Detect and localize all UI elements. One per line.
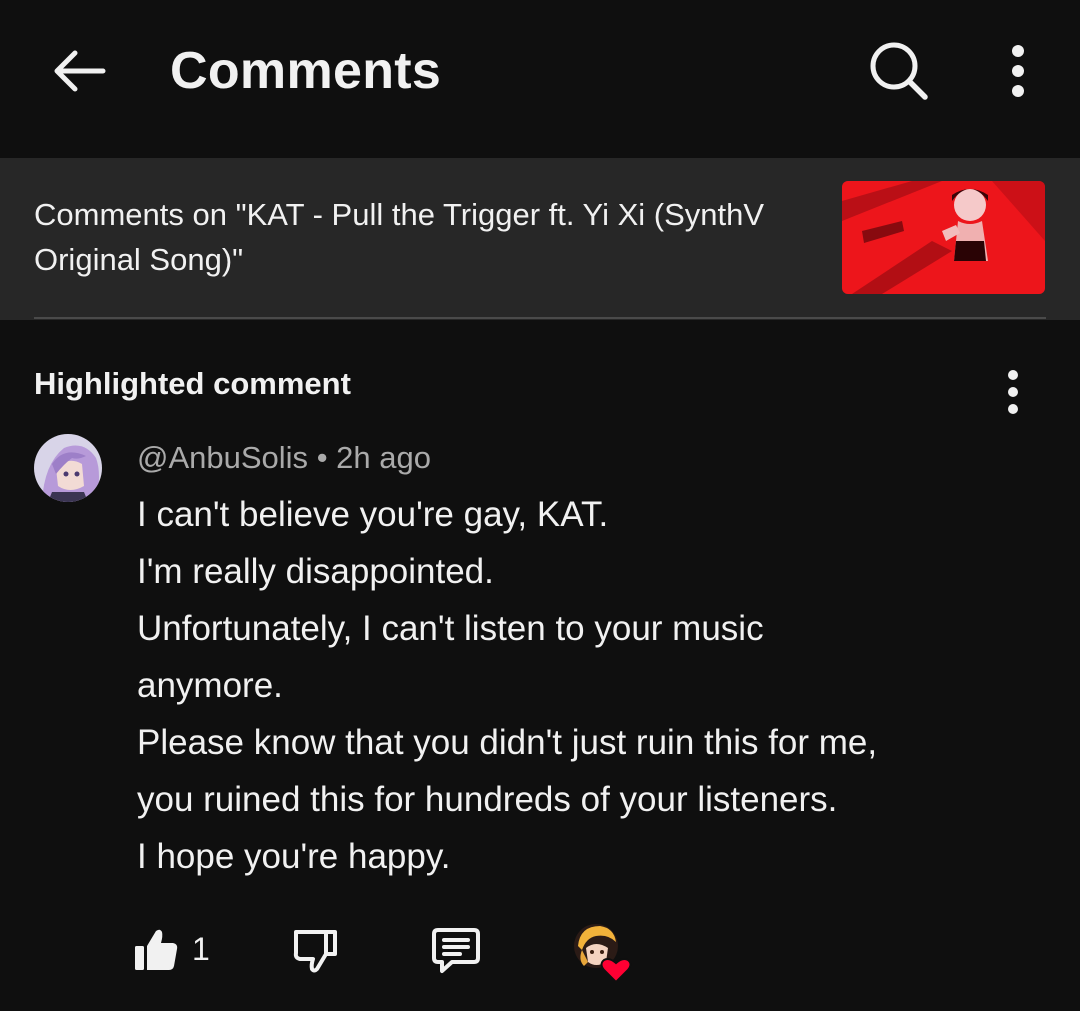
comment-line: I hope you're happy.	[137, 837, 451, 876]
comment-meta: @AnbuSolis • 2h ago	[137, 438, 431, 478]
reply-icon	[432, 928, 480, 973]
dislike-button[interactable]	[290, 926, 340, 976]
reply-button[interactable]	[430, 924, 482, 976]
comment-line: anymore.	[137, 666, 283, 705]
thumb-up-icon	[135, 929, 178, 970]
user-avatar-image	[34, 434, 102, 502]
more-vert-icon	[1012, 45, 1024, 97]
comment-body: I can't believe you're gay, KAT. I'm rea…	[137, 486, 1037, 885]
section-label: Highlighted comment	[34, 366, 351, 401]
back-arrow-icon	[54, 50, 106, 92]
comment-line: Unfortunately, I can't listen to your mu…	[137, 609, 764, 648]
page-title: Comments	[170, 42, 442, 100]
creator-heart-badge[interactable]	[572, 920, 632, 984]
comment-more-button[interactable]	[990, 366, 1036, 418]
comment-actions: 1	[0, 910, 1080, 990]
like-button[interactable]	[132, 926, 180, 974]
comment-line: you ruined this for hundreds of your lis…	[137, 780, 838, 819]
video-thumbnail[interactable]	[842, 181, 1045, 294]
more-vert-icon	[1008, 370, 1018, 414]
back-button[interactable]	[44, 38, 114, 104]
search-button[interactable]	[862, 36, 936, 106]
divider	[34, 317, 1046, 319]
avatar[interactable]	[34, 434, 102, 502]
search-icon	[870, 42, 928, 100]
video-context-title: Comments on "KAT - Pull the Trigger ft. …	[34, 197, 765, 277]
comment-line: Please know that you didn't just ruin th…	[137, 723, 878, 762]
comment-author[interactable]: @AnbuSolis	[137, 440, 308, 475]
comment-time[interactable]: 2h ago	[336, 440, 431, 475]
comment-line: I can't believe you're gay, KAT.	[137, 495, 609, 534]
creator-heart-icon	[574, 924, 632, 984]
like-count: 1	[192, 931, 210, 967]
more-options-button[interactable]	[986, 36, 1050, 106]
meta-separator: •	[316, 440, 328, 475]
thumb-down-icon	[293, 930, 337, 973]
app-bar: Comments	[0, 0, 1080, 158]
thumbnail-image	[842, 181, 1045, 294]
comment-line: I'm really disappointed.	[137, 552, 494, 591]
